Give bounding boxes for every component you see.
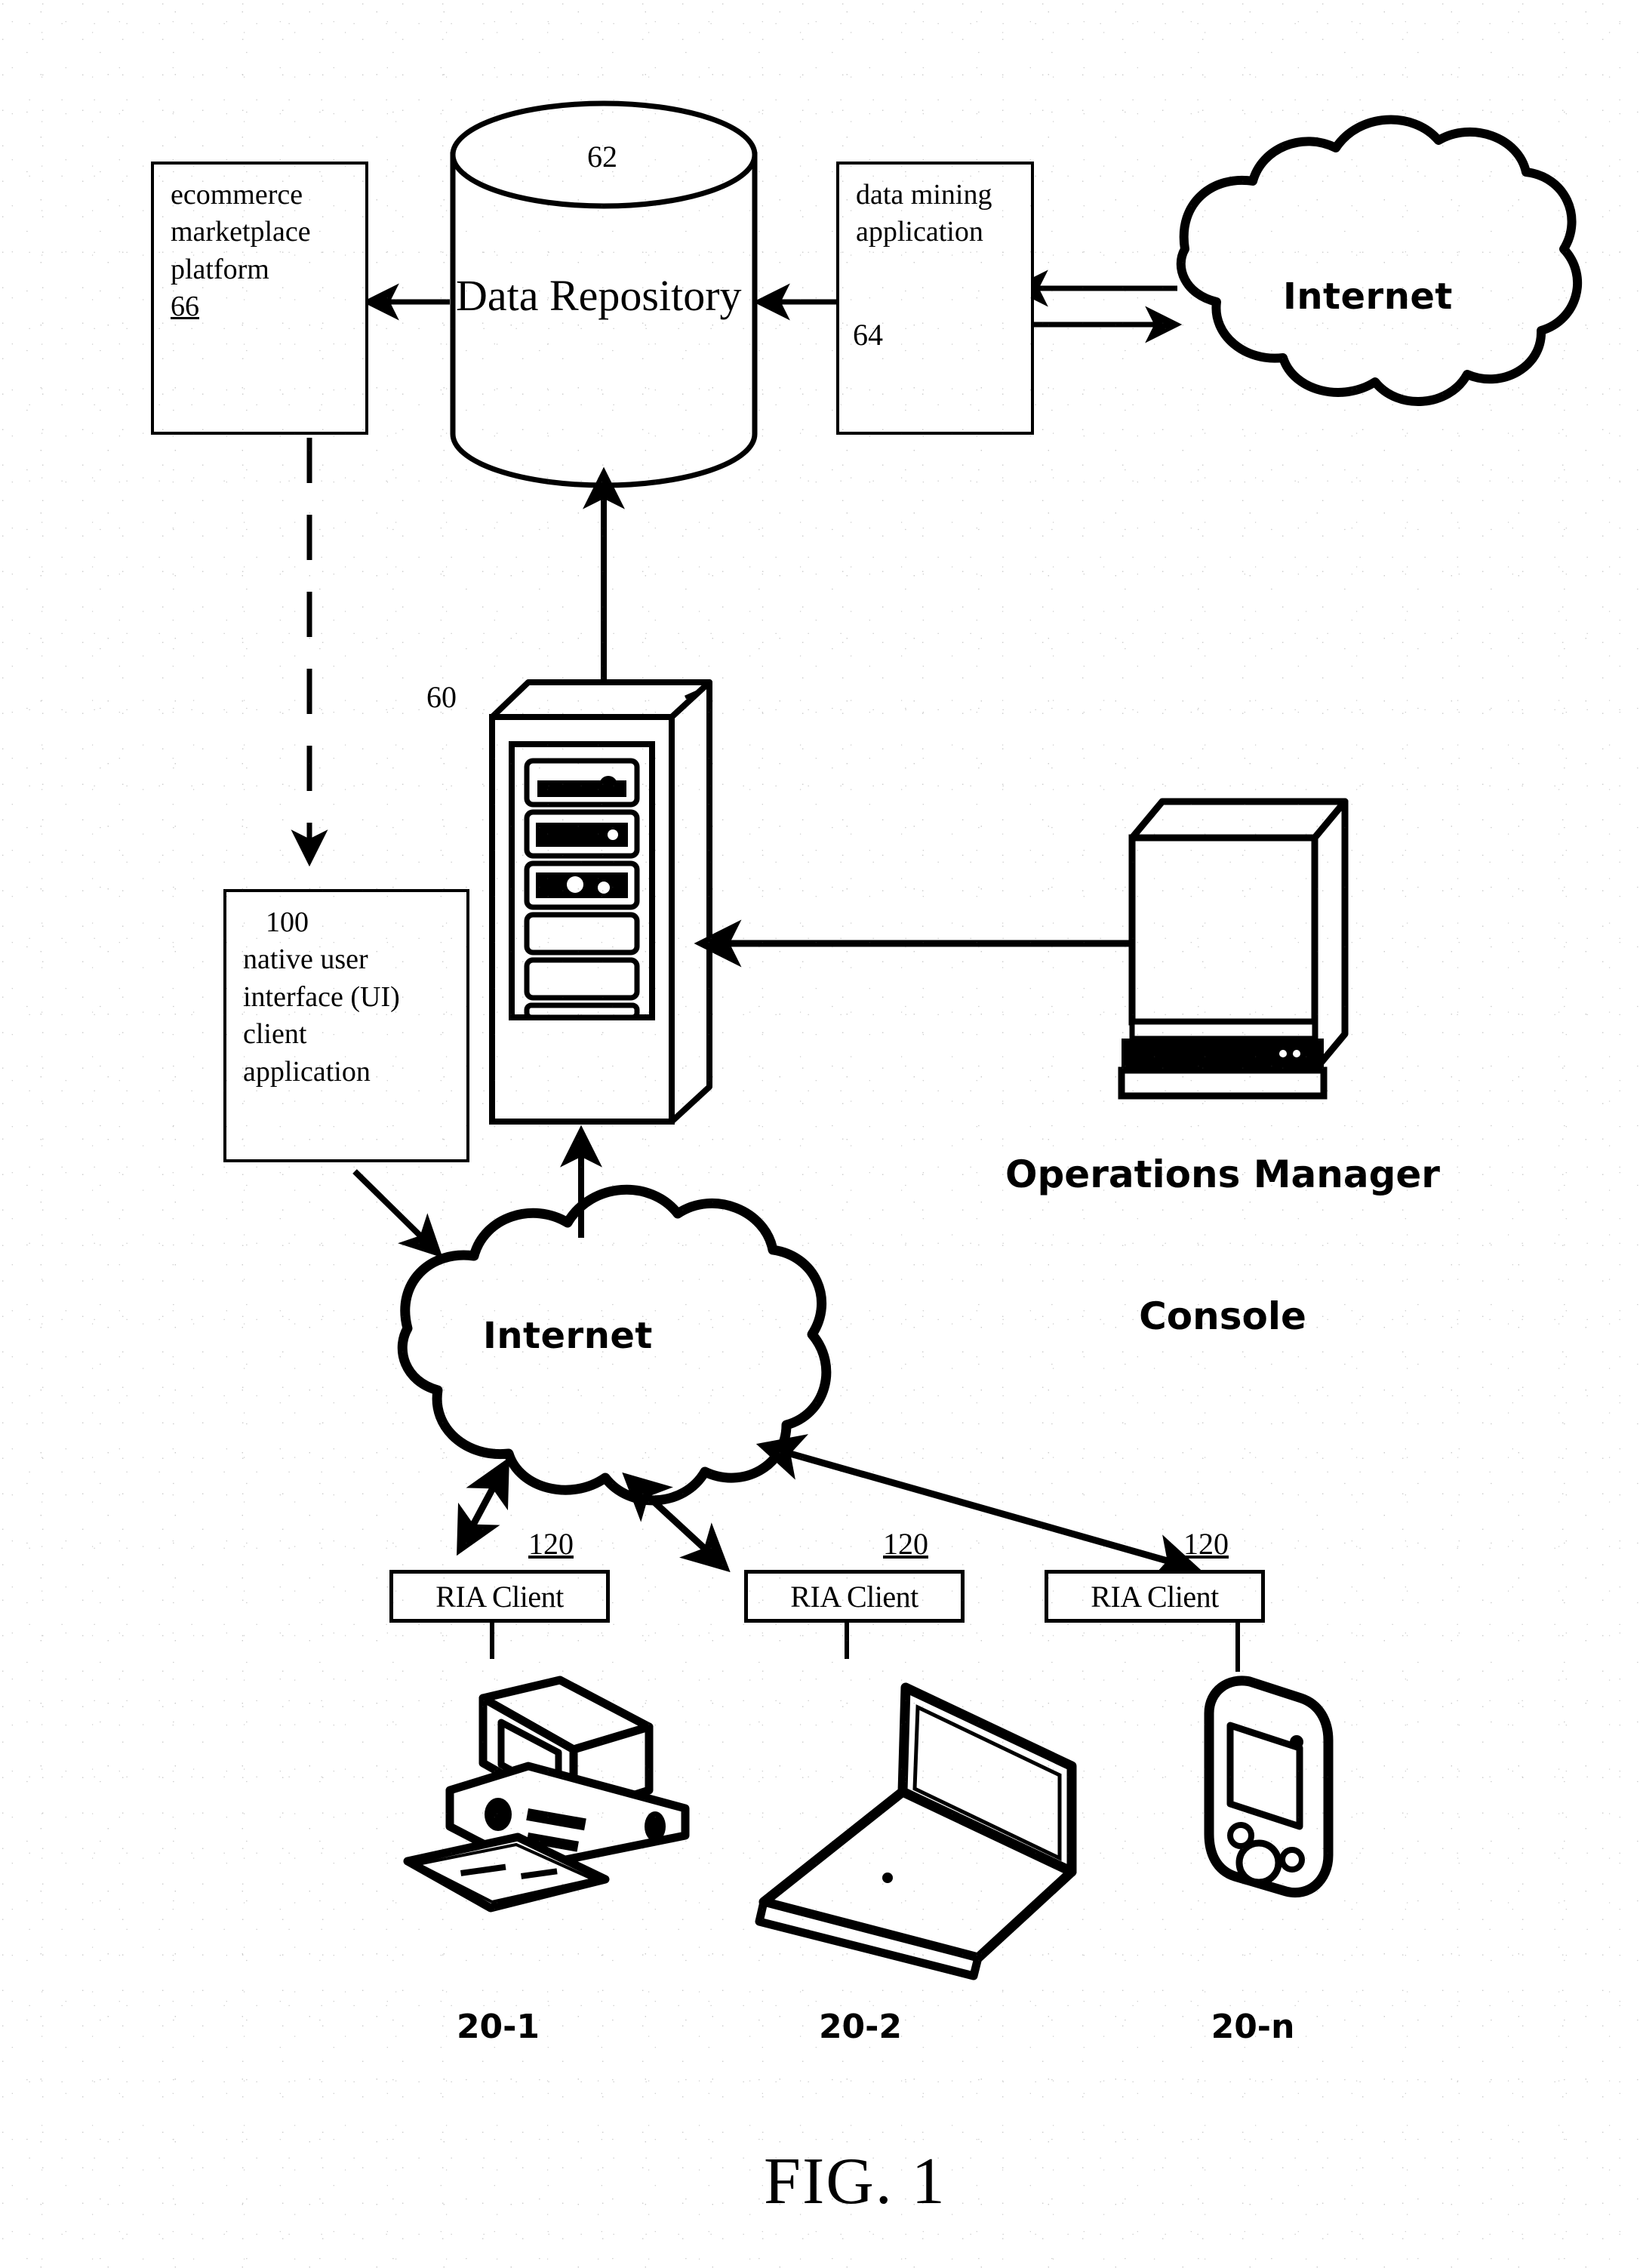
ecommerce-ref-number: 66 xyxy=(171,291,199,323)
ria-client-label-3: RIA Client xyxy=(1091,1579,1219,1614)
ria-client-label-2: RIA Client xyxy=(790,1579,918,1614)
arrow-cloud-ria-client-1 xyxy=(457,1457,509,1556)
native-ui-ref-number: 100 xyxy=(266,906,309,938)
operations-manager-console-label: Operations Manager Console xyxy=(974,1057,1472,1434)
ecommerce-line-2: marketplace xyxy=(171,216,311,248)
device-label-1: 20-1 xyxy=(456,2008,540,2046)
arrow-native-ui-to-internet xyxy=(352,1169,443,1258)
server-ref-number: 60 xyxy=(426,680,457,714)
pda-handheld-icon xyxy=(1204,1676,1334,1898)
figure-caption: FIG. 1 xyxy=(764,2145,946,2218)
ria-client-ref-number-2: 120 xyxy=(883,1527,928,1561)
data-repository-ref-number: 62 xyxy=(587,140,617,174)
data-repository-label: Data Repository xyxy=(456,271,742,320)
desktop-computer-icon xyxy=(403,1676,690,1913)
ria-client-label-1: RIA Client xyxy=(435,1579,564,1614)
laptop-computer-icon xyxy=(755,1682,1077,1980)
native-ui-line-2: interface (UI) xyxy=(243,980,400,1013)
console-label-line-2: Console xyxy=(1139,1294,1306,1338)
ecommerce-marketplace-platform-box[interactable]: ecommerce marketplace platform 66 xyxy=(151,162,368,435)
ecommerce-line-1: ecommerce xyxy=(171,179,303,211)
ria-client-ref-number-3: 120 xyxy=(1183,1527,1229,1561)
internet-cloud-bottom-label: Internet xyxy=(483,1315,653,1357)
console-label-line-1: Operations Manager xyxy=(1005,1152,1440,1196)
ria-client-box-1[interactable]: RIA Client xyxy=(389,1570,610,1623)
native-ui-line-4: application xyxy=(243,1055,371,1088)
device-label-3: 20-n xyxy=(1211,2008,1295,2046)
ecommerce-line-3: platform xyxy=(171,253,269,285)
figure-page: ecommerce marketplace platform 66 62 Dat… xyxy=(0,0,1640,2268)
data-mining-line-2: application xyxy=(856,216,983,248)
native-ui-line-3: client xyxy=(243,1018,307,1051)
data-mining-line-1: data mining xyxy=(856,179,992,211)
native-ui-line-1: native user xyxy=(243,943,368,976)
server-tower-icon xyxy=(489,679,712,1125)
arrow-cloud-ria-client-3 xyxy=(755,1434,1202,1580)
ria-client-box-2[interactable]: RIA Client xyxy=(744,1570,965,1623)
data-mining-application-box[interactable]: data mining application xyxy=(836,162,1034,435)
native-ui-client-application-box[interactable]: 100 native user interface (UI) client ap… xyxy=(223,889,469,1162)
device-label-2: 20-2 xyxy=(818,2008,903,2046)
ria-client-box-3[interactable]: RIA Client xyxy=(1045,1570,1265,1623)
internet-cloud-top xyxy=(1176,115,1583,406)
ria-client-ref-number-1: 120 xyxy=(528,1527,574,1561)
data-mining-ref-number: 64 xyxy=(853,318,883,352)
operations-manager-console-icon xyxy=(1118,798,1349,1100)
internet-cloud-top-label: Internet xyxy=(1283,275,1453,318)
